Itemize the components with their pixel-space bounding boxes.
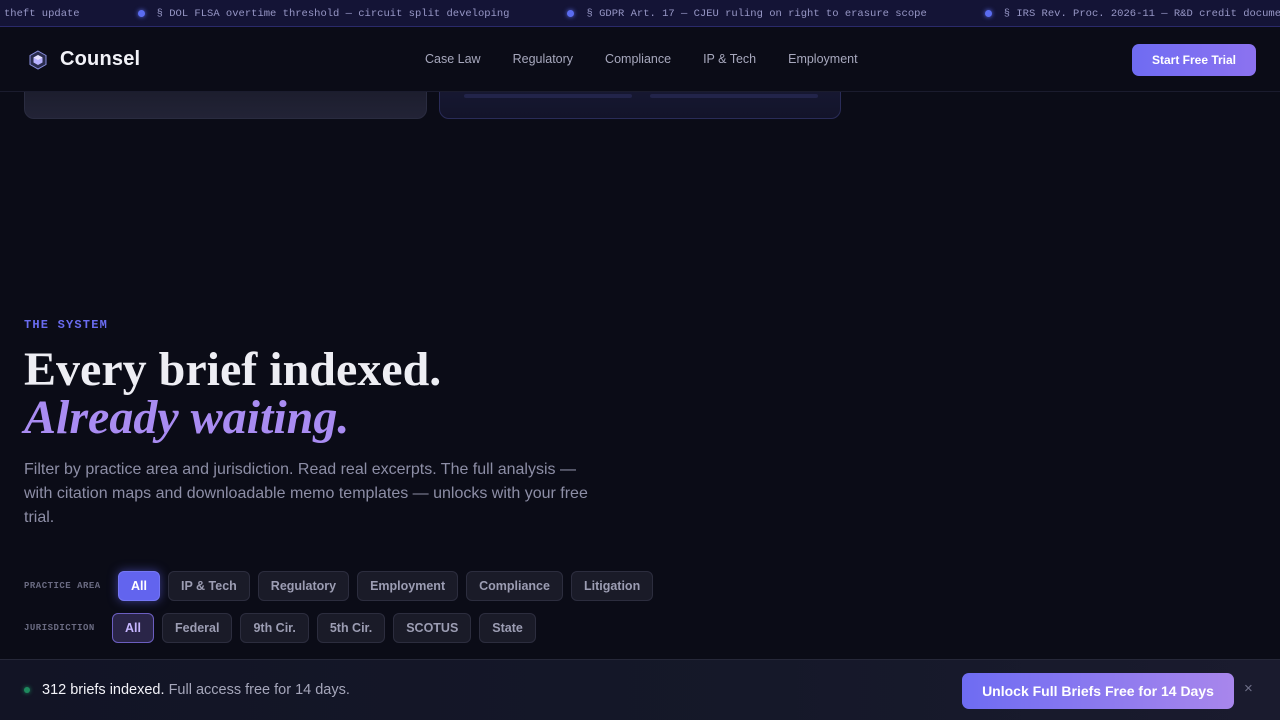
practice-chip-all[interactable]: All [118,571,160,601]
jurisdiction-chip-scotus[interactable]: SCOTUS [393,613,472,643]
hero-description: Filter by practice area and jurisdiction… [24,461,588,526]
bullet-dot-icon [567,10,575,17]
nav-link-ip-tech[interactable]: IP & Tech [703,52,756,66]
ticker-item-text: § IRS Rev. Proc. 2026-11 — R&D credit do… [1003,7,1280,20]
nav-link-compliance[interactable]: Compliance [605,52,671,66]
card-placeholder-line [650,94,818,98]
ticker-item-text: § GDPR Art. 17 — CJEU ruling on right to… [586,7,927,20]
bullet-dot-icon [137,10,145,17]
sticky-trial-bar: 312 briefs indexed. Full access free for… [0,659,1280,720]
ticker-track: theft update § DOL FLSA overtime thresho… [4,0,1280,26]
practice-chip-ip-tech[interactable]: IP & Tech [167,571,250,601]
logo-text: Counsel [60,48,141,70]
practice-area-filter: PRACTICE AREA All IP & Tech Regulatory E… [24,571,661,601]
bullet-dot-icon [984,10,992,17]
ticker-item-text: § DOL FLSA overtime threshold — circuit … [156,7,510,20]
section-eyebrow: THE SYSTEM [24,318,109,332]
ticker-item: § GDPR Art. 17 — CJEU ruling on right to… [567,7,927,20]
ticker-item-text: theft update [4,7,80,20]
nav-link-case-law[interactable]: Case Law [425,52,481,66]
trial-message: 312 briefs indexed. Full access free for… [42,682,350,698]
jurisdiction-chip-state[interactable]: State [479,613,536,643]
main-nav: Case Law Regulatory Compliance IP & Tech… [425,52,890,66]
close-icon[interactable]: × [1244,680,1253,697]
ticker-item: § IRS Rev. Proc. 2026-11 — R&D credit do… [984,7,1280,20]
hexagon-logo-icon [29,49,47,70]
hero-title-line2: Already waiting. [24,391,350,444]
news-ticker: theft update § DOL FLSA overtime thresho… [0,0,1280,27]
jurisdiction-chip-federal[interactable]: Federal [161,613,233,643]
card-placeholder-line [464,94,632,98]
trial-duration-text: Full access free for 14 days. [168,682,350,698]
ticker-item: theft update [4,8,80,20]
jurisdiction-chip-all[interactable]: All [112,613,154,643]
nav-link-employment[interactable]: Employment [788,52,857,66]
practice-chip-employment[interactable]: Employment [357,571,459,601]
jurisdiction-label: JURISDICTION [24,623,95,633]
hero-title-line1: Every brief indexed. [24,343,442,396]
jurisdiction-filter: JURISDICTION All Federal 9th Cir. 5th Ci… [24,613,544,643]
ticker-item: § DOL FLSA overtime threshold — circuit … [137,7,510,20]
practice-chip-litigation[interactable]: Litigation [570,571,654,601]
practice-chip-compliance[interactable]: Compliance [466,571,563,601]
logo[interactable]: Counsel [28,48,140,71]
start-free-trial-button[interactable]: Start Free Trial [1132,44,1256,76]
unlock-briefs-button[interactable]: Unlock Full Briefs Free for 14 Days [962,673,1234,709]
jurisdiction-chip-5th-cir[interactable]: 5th Cir. [316,613,386,643]
nav-link-regulatory[interactable]: Regulatory [513,52,573,66]
jurisdiction-chip-9th-cir[interactable]: 9th Cir. [240,613,309,643]
practice-chip-regulatory[interactable]: Regulatory [257,571,350,601]
briefs-count-text: 312 briefs indexed. [42,682,165,698]
practice-area-label: PRACTICE AREA [24,581,101,591]
site-header: Counsel Case Law Regulatory Compliance I… [0,28,1280,92]
status-dot-icon [24,687,30,693]
